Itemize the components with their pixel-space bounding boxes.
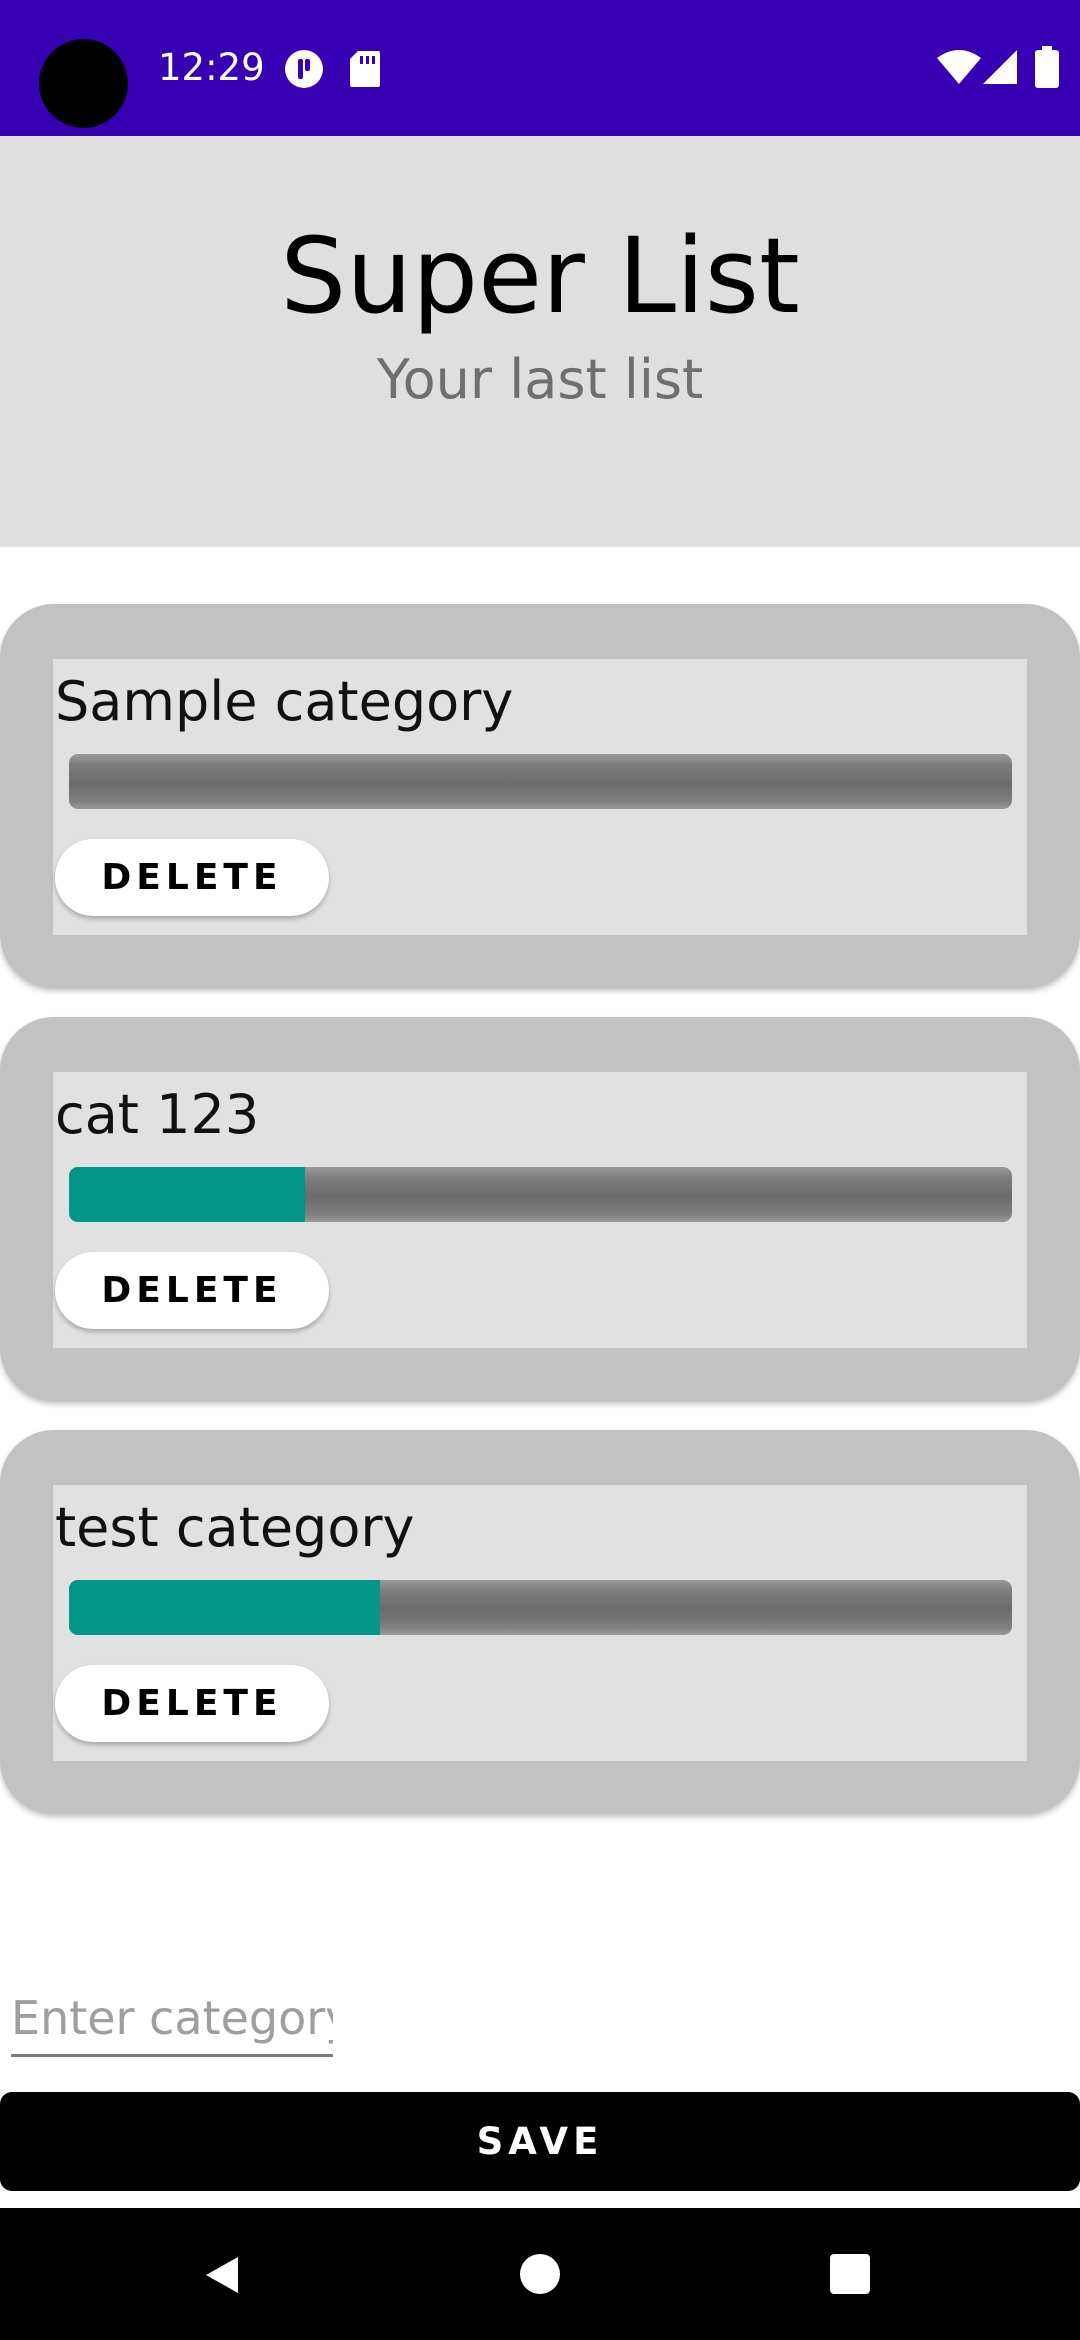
status-bar: 12:29 — [0, 0, 1080, 136]
save-button[interactable]: SAVE — [0, 2092, 1080, 2191]
nav-back-button[interactable] — [146, 2208, 306, 2340]
category-name: test category — [55, 1496, 415, 1559]
category-name: Sample category — [55, 670, 514, 733]
shield-notification-icon — [285, 50, 323, 88]
app-header: Super List Your last list — [0, 136, 1080, 547]
home-icon — [520, 2254, 560, 2294]
signal-icon — [983, 50, 1017, 84]
recents-icon — [830, 2254, 870, 2294]
category-card-body: cat 123 DELETE — [53, 1072, 1027, 1348]
status-time: 12:29 — [158, 46, 265, 89]
category-progress-bar — [69, 1167, 1012, 1222]
category-progress-fill — [69, 1580, 381, 1635]
category-progress-bar — [69, 754, 1012, 809]
category-card-body: test category DELETE — [53, 1485, 1027, 1761]
app-title: Super List — [280, 215, 800, 337]
category-progress-bar — [69, 1580, 1012, 1635]
category-card: test category DELETE — [0, 1430, 1080, 1814]
wifi-icon — [937, 50, 981, 84]
sd-card-icon — [350, 51, 380, 87]
battery-icon — [1035, 46, 1059, 88]
delete-category-button[interactable]: DELETE — [55, 839, 329, 916]
category-card: cat 123 DELETE — [0, 1017, 1080, 1401]
category-progress-fill — [69, 1167, 305, 1222]
delete-category-button[interactable]: DELETE — [55, 1665, 329, 1742]
category-card: Sample category DELETE — [0, 604, 1080, 988]
category-input[interactable] — [11, 1982, 333, 2057]
category-card-body: Sample category DELETE — [53, 659, 1027, 935]
nav-home-button[interactable] — [460, 2208, 620, 2340]
nav-recents-button[interactable] — [770, 2208, 930, 2340]
navigation-bar — [0, 2208, 1080, 2340]
delete-category-button[interactable]: DELETE — [55, 1252, 329, 1329]
back-icon — [206, 2257, 238, 2293]
category-name: cat 123 — [55, 1083, 260, 1146]
camera-cutout — [39, 39, 128, 128]
app-subtitle: Your last list — [376, 348, 704, 411]
